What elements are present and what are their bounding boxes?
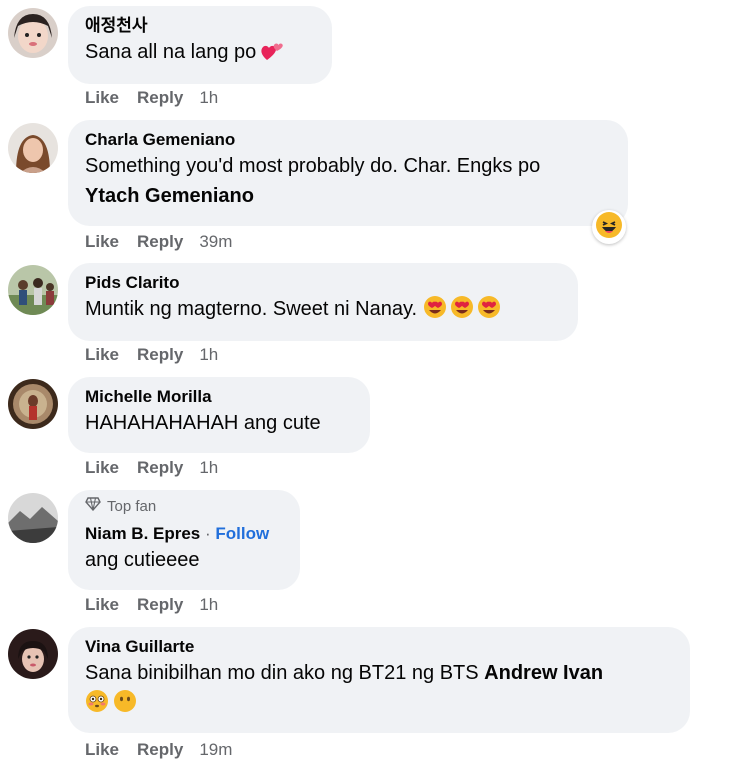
comment-bubble: Top fan Niam B. Epres · Follow ang cutie…: [68, 490, 300, 590]
comment-bubble: Vina Guillarte Sana binibilhan mo din ak…: [68, 627, 690, 733]
comment-actions: Like Reply 1h: [85, 458, 236, 478]
reply-button[interactable]: Reply: [137, 232, 183, 251]
reply-button[interactable]: Reply: [137, 88, 183, 107]
diamond-icon: [85, 497, 101, 517]
comment-text: ang cutieeee: [85, 549, 200, 571]
comment-actions: Like Reply 1h: [85, 595, 236, 615]
comment-bubble: Charla Gemeniano Something you'd most pr…: [68, 120, 628, 226]
comment-actions: Like Reply 1h: [85, 88, 236, 108]
comment-actions: Like Reply 19m: [85, 740, 250, 760]
like-button[interactable]: Like: [85, 345, 119, 364]
like-button[interactable]: Like: [85, 458, 119, 477]
comment-author[interactable]: 애정천사: [85, 15, 316, 37]
top-fan-badge: Top fan: [85, 497, 284, 517]
follow-link[interactable]: Follow: [215, 524, 269, 543]
like-button[interactable]: Like: [85, 232, 119, 251]
comment-mention[interactable]: Andrew Ivan: [484, 662, 603, 684]
comment-author[interactable]: Charla Gemeniano: [85, 129, 612, 151]
timestamp[interactable]: 1h: [199, 345, 218, 364]
comment-text: Sana all na lang po: [85, 37, 316, 71]
comment-emoji-row: [85, 688, 674, 722]
top-fan-label: Top fan: [107, 498, 157, 515]
laughing-reaction-icon: [595, 211, 623, 244]
avatar[interactable]: [8, 493, 58, 543]
comment-author-row: Niam B. Epres · Follow: [85, 524, 270, 543]
comment-text: HAHAHAHAHAH ang cute: [85, 412, 321, 434]
timestamp[interactable]: 19m: [199, 740, 232, 759]
comment-actions: Like Reply 39m: [85, 232, 250, 252]
comment-bubble: Pids Clarito Muntik ng magterno. Sweet n…: [68, 263, 578, 341]
timestamp[interactable]: 1h: [199, 88, 218, 107]
heart-eyes-icon: [423, 295, 503, 328]
comment-author[interactable]: Vina Guillarte: [85, 636, 674, 658]
comment-author[interactable]: Pids Clarito: [85, 272, 562, 294]
comment-text: Muntik ng magterno. Sweet ni Nanay.: [85, 294, 562, 328]
comment-mention[interactable]: Ytach Gemeniano: [85, 181, 612, 211]
two-hearts-icon: [260, 40, 284, 71]
like-button[interactable]: Like: [85, 595, 119, 614]
comment-actions: Like Reply 1h: [85, 345, 236, 365]
reply-button[interactable]: Reply: [137, 740, 183, 759]
avatar[interactable]: [8, 379, 58, 429]
comment-text: Sana binibilhan mo din ako ng BT21 ng BT…: [85, 662, 604, 684]
avatar[interactable]: [8, 265, 58, 315]
comment-author[interactable]: Niam B. Epres: [85, 524, 200, 543]
comment-bubble: 애정천사 Sana all na lang po: [68, 6, 332, 84]
avatar[interactable]: [8, 8, 58, 58]
avatar[interactable]: [8, 629, 58, 679]
reaction-summary[interactable]: [592, 210, 626, 244]
reply-button[interactable]: Reply: [137, 458, 183, 477]
avatar[interactable]: [8, 123, 58, 173]
timestamp[interactable]: 1h: [199, 595, 218, 614]
comment-bubble: Michelle Morilla HAHAHAHAHAH ang cute: [68, 377, 370, 453]
comment-text: Something you'd most probably do. Char. …: [85, 155, 541, 177]
neutral-face-icon: [113, 689, 137, 722]
timestamp[interactable]: 39m: [199, 232, 232, 251]
reply-button[interactable]: Reply: [137, 345, 183, 364]
comment-author[interactable]: Michelle Morilla: [85, 386, 354, 408]
timestamp[interactable]: 1h: [199, 458, 218, 477]
flushed-face-icon: [85, 689, 109, 722]
reply-button[interactable]: Reply: [137, 595, 183, 614]
like-button[interactable]: Like: [85, 740, 119, 759]
like-button[interactable]: Like: [85, 88, 119, 107]
